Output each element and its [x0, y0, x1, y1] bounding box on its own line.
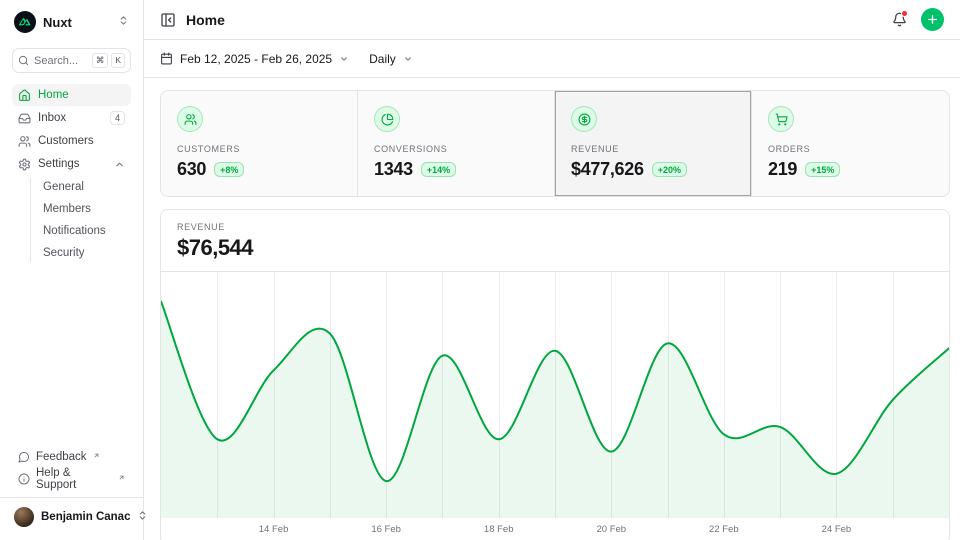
sidebar-nav: Home Inbox 4 Customers Settings: [12, 84, 131, 264]
message-bubble-icon: [18, 451, 30, 463]
search-placeholder: Search...: [34, 55, 87, 67]
info-icon: [18, 473, 30, 485]
chevron-down-icon: [403, 54, 413, 64]
stat-label: CUSTOMERS: [177, 144, 341, 154]
stat-delta-badge: +14%: [421, 162, 456, 177]
stat-delta-badge: +8%: [214, 162, 244, 177]
granularity-label: Daily: [369, 52, 396, 66]
sidebar-footer: Feedback Help & Support: [12, 446, 131, 490]
revenue-chart-svg: [161, 272, 949, 518]
sidebar-item-label: Home: [38, 89, 69, 101]
inbox-icon: [18, 112, 31, 125]
pie-chart-icon: [374, 106, 400, 132]
meta-key: ⌘: [92, 53, 109, 68]
stat-value: $477,626: [571, 159, 644, 180]
feedback-link[interactable]: Feedback: [12, 446, 131, 468]
help-support-label: Help & Support: [36, 467, 112, 491]
page-title: Home: [186, 12, 225, 28]
sidebar-item-inbox[interactable]: Inbox 4: [12, 107, 131, 129]
sidebar-divider: [0, 497, 143, 498]
sidebar-item-label: Settings: [38, 158, 80, 170]
revenue-chart-plot[interactable]: [161, 272, 949, 518]
gear-icon: [18, 158, 31, 171]
stat-card-orders[interactable]: ORDERS 219 +15%: [752, 91, 949, 196]
sidebar-item-security[interactable]: Security: [36, 242, 131, 264]
stat-card-conversions[interactable]: CONVERSIONS 1343 +14%: [358, 91, 555, 196]
chart-value: $76,544: [177, 235, 933, 261]
toolbar: Feb 12, 2025 - Feb 26, 2025 Daily: [144, 40, 960, 78]
stat-delta-badge: +15%: [805, 162, 840, 177]
sidebar-item-settings[interactable]: Settings: [12, 153, 131, 175]
calendar-icon: [160, 52, 173, 65]
home-icon: [18, 89, 31, 102]
granularity-select[interactable]: Daily: [369, 52, 413, 66]
inbox-count-badge: 4: [110, 111, 125, 125]
circle-dollar-icon: [571, 106, 597, 132]
sidebar-item-home[interactable]: Home: [12, 84, 131, 106]
x-axis-tick-label: 20 Feb: [596, 524, 626, 535]
user-name: Benjamin Canac: [41, 511, 130, 523]
date-range-label: Feb 12, 2025 - Feb 26, 2025: [180, 52, 332, 66]
stat-delta-badge: +20%: [652, 162, 687, 177]
add-button[interactable]: [921, 8, 944, 31]
stat-label: REVENUE: [571, 144, 735, 154]
notification-dot: [901, 10, 908, 17]
user-avatar: [14, 507, 34, 527]
revenue-chart-card: REVENUE $76,544 14 Feb 16 Feb 18 Feb 20 Feb…: [160, 209, 950, 540]
stats-row: CUSTOMERS 630 +8% CONVERSIONS 1343 +14%: [160, 90, 950, 197]
stat-label: CONVERSIONS: [374, 144, 538, 154]
panel-left-icon: [160, 12, 176, 28]
revenue-area: [161, 302, 949, 518]
external-link-icon: [93, 450, 100, 462]
search-input[interactable]: Search... ⌘K: [12, 48, 131, 73]
external-link-icon: [118, 472, 125, 484]
plus-icon: [926, 13, 939, 26]
team-switcher[interactable]: Nuxt: [12, 10, 131, 34]
chevron-down-icon: [339, 54, 349, 64]
x-axis-tick-label: 22 Feb: [709, 524, 739, 535]
settings-subnav: General Members Notifications Security: [12, 176, 131, 264]
stat-card-customers[interactable]: CUSTOMERS 630 +8%: [161, 91, 358, 196]
topbar: Home: [144, 0, 960, 40]
content: CUSTOMERS 630 +8% CONVERSIONS 1343 +14%: [144, 78, 960, 540]
user-menu[interactable]: Benjamin Canac: [12, 502, 131, 532]
users-icon: [18, 135, 31, 148]
sidebar-item-label: Inbox: [38, 112, 66, 124]
users-icon: [177, 106, 203, 132]
sidebar-item-customers[interactable]: Customers: [12, 130, 131, 152]
stat-label: ORDERS: [768, 144, 933, 154]
stat-card-revenue[interactable]: REVENUE $477,626 +20%: [555, 91, 752, 196]
sidebar: Nuxt Search... ⌘K Home: [0, 0, 144, 540]
x-axis: 14 Feb 16 Feb 18 Feb 20 Feb 22 Feb 24 Feb: [161, 518, 949, 540]
x-axis-tick-label: 14 Feb: [259, 524, 289, 535]
feedback-label: Feedback: [36, 451, 87, 463]
sidebar-item-notifications[interactable]: Notifications: [36, 220, 131, 242]
x-axis-tick-label: 16 Feb: [371, 524, 401, 535]
main-area: Home Fe: [144, 0, 960, 540]
sidebar-item-members[interactable]: Members: [36, 198, 131, 220]
notifications-button[interactable]: [892, 12, 907, 27]
chevron-up-down-icon: [118, 13, 129, 31]
team-name: Nuxt: [43, 15, 111, 30]
shopping-cart-icon: [768, 106, 794, 132]
x-axis-tick-label: 18 Feb: [484, 524, 514, 535]
app-root: Nuxt Search... ⌘K Home: [0, 0, 960, 540]
nuxt-logo-icon: [14, 11, 36, 33]
help-support-link[interactable]: Help & Support: [12, 468, 131, 490]
date-range-picker[interactable]: Feb 12, 2025 - Feb 26, 2025: [160, 52, 349, 66]
sidebar-item-general[interactable]: General: [36, 176, 131, 198]
stat-value: 219: [768, 159, 797, 180]
chevron-up-icon: [114, 159, 125, 170]
chart-header: REVENUE $76,544: [161, 210, 949, 272]
search-shortcut: ⌘K: [92, 53, 125, 68]
search-icon: [18, 55, 29, 66]
stat-value: 630: [177, 159, 206, 180]
k-key: K: [111, 53, 125, 68]
x-axis-tick-label: 24 Feb: [822, 524, 852, 535]
sidebar-item-label: Customers: [38, 135, 94, 147]
sidebar-toggle-button[interactable]: [160, 12, 176, 28]
stat-value: 1343: [374, 159, 413, 180]
chart-label: REVENUE: [177, 222, 933, 232]
